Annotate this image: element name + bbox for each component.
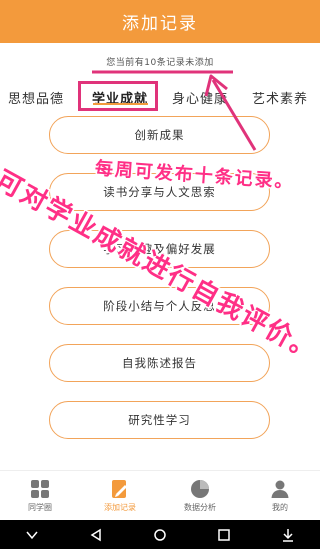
record-type-button[interactable]: 创新成果 (49, 116, 270, 154)
nav-data-analysis[interactable]: 数据分析 (160, 471, 240, 521)
back-button[interactable] (81, 520, 111, 549)
pending-notice: 您当前有10条记录未添加 (0, 43, 320, 79)
record-type-button[interactable]: 研究性学习 (49, 401, 270, 439)
chevron-down-icon (26, 531, 38, 539)
recents-square-icon (218, 528, 230, 541)
record-type-button[interactable]: 阶段小结与个人反思 (49, 287, 270, 325)
grid-icon (31, 480, 49, 498)
download-icon (283, 528, 293, 542)
record-type-button[interactable]: 自我陈述报告 (49, 344, 270, 382)
pending-notice-text: 您当前有10条记录未添加 (106, 57, 214, 68)
system-navigation-bar (0, 520, 320, 549)
nav-label: 添加记录 (104, 503, 136, 512)
nav-profile[interactable]: 我的 (240, 471, 320, 521)
back-triangle-icon (90, 528, 101, 541)
record-type-label: 读书分享与人文思索 (103, 185, 216, 199)
recents-button[interactable] (209, 520, 239, 549)
tab-health[interactable]: 身心健康 (172, 88, 228, 107)
home-circle-icon (154, 528, 166, 541)
nav-classmates[interactable]: 同学圈 (0, 471, 80, 521)
pie-chart-icon (191, 480, 209, 498)
page-title: 添加记录 (122, 14, 198, 34)
nav-label: 同学圈 (28, 503, 52, 512)
record-type-label: 自我陈述报告 (122, 356, 197, 370)
record-type-label: 阶段小结与个人反思 (103, 299, 216, 313)
home-button[interactable] (145, 520, 175, 549)
user-icon (271, 480, 289, 498)
tab-moral[interactable]: 思想品德 (8, 88, 64, 107)
record-type-label: 学习兴趣及偏好发展 (103, 242, 216, 256)
bottom-navigation: 同学圈 添加记录 数据分析 我的 (0, 470, 320, 520)
record-type-label: 创新成果 (134, 128, 185, 142)
download-button[interactable] (273, 520, 303, 549)
record-type-button[interactable]: 读书分享与人文思索 (49, 173, 270, 211)
nav-label: 我的 (272, 503, 288, 512)
tab-art[interactable]: 艺术素养 (252, 88, 308, 107)
tab-highlight-box (78, 81, 158, 111)
hide-keyboard-button[interactable] (17, 520, 47, 549)
record-type-button[interactable]: 学习兴趣及偏好发展 (49, 230, 270, 268)
category-tabs: 思想品德 学业成就 身心健康 艺术素养 (0, 80, 320, 114)
record-type-label: 研究性学习 (128, 413, 191, 427)
app-header: 添加记录 (0, 0, 320, 43)
nav-label: 数据分析 (184, 503, 216, 512)
edit-record-icon (112, 480, 127, 498)
nav-add-record[interactable]: 添加记录 (80, 471, 160, 521)
